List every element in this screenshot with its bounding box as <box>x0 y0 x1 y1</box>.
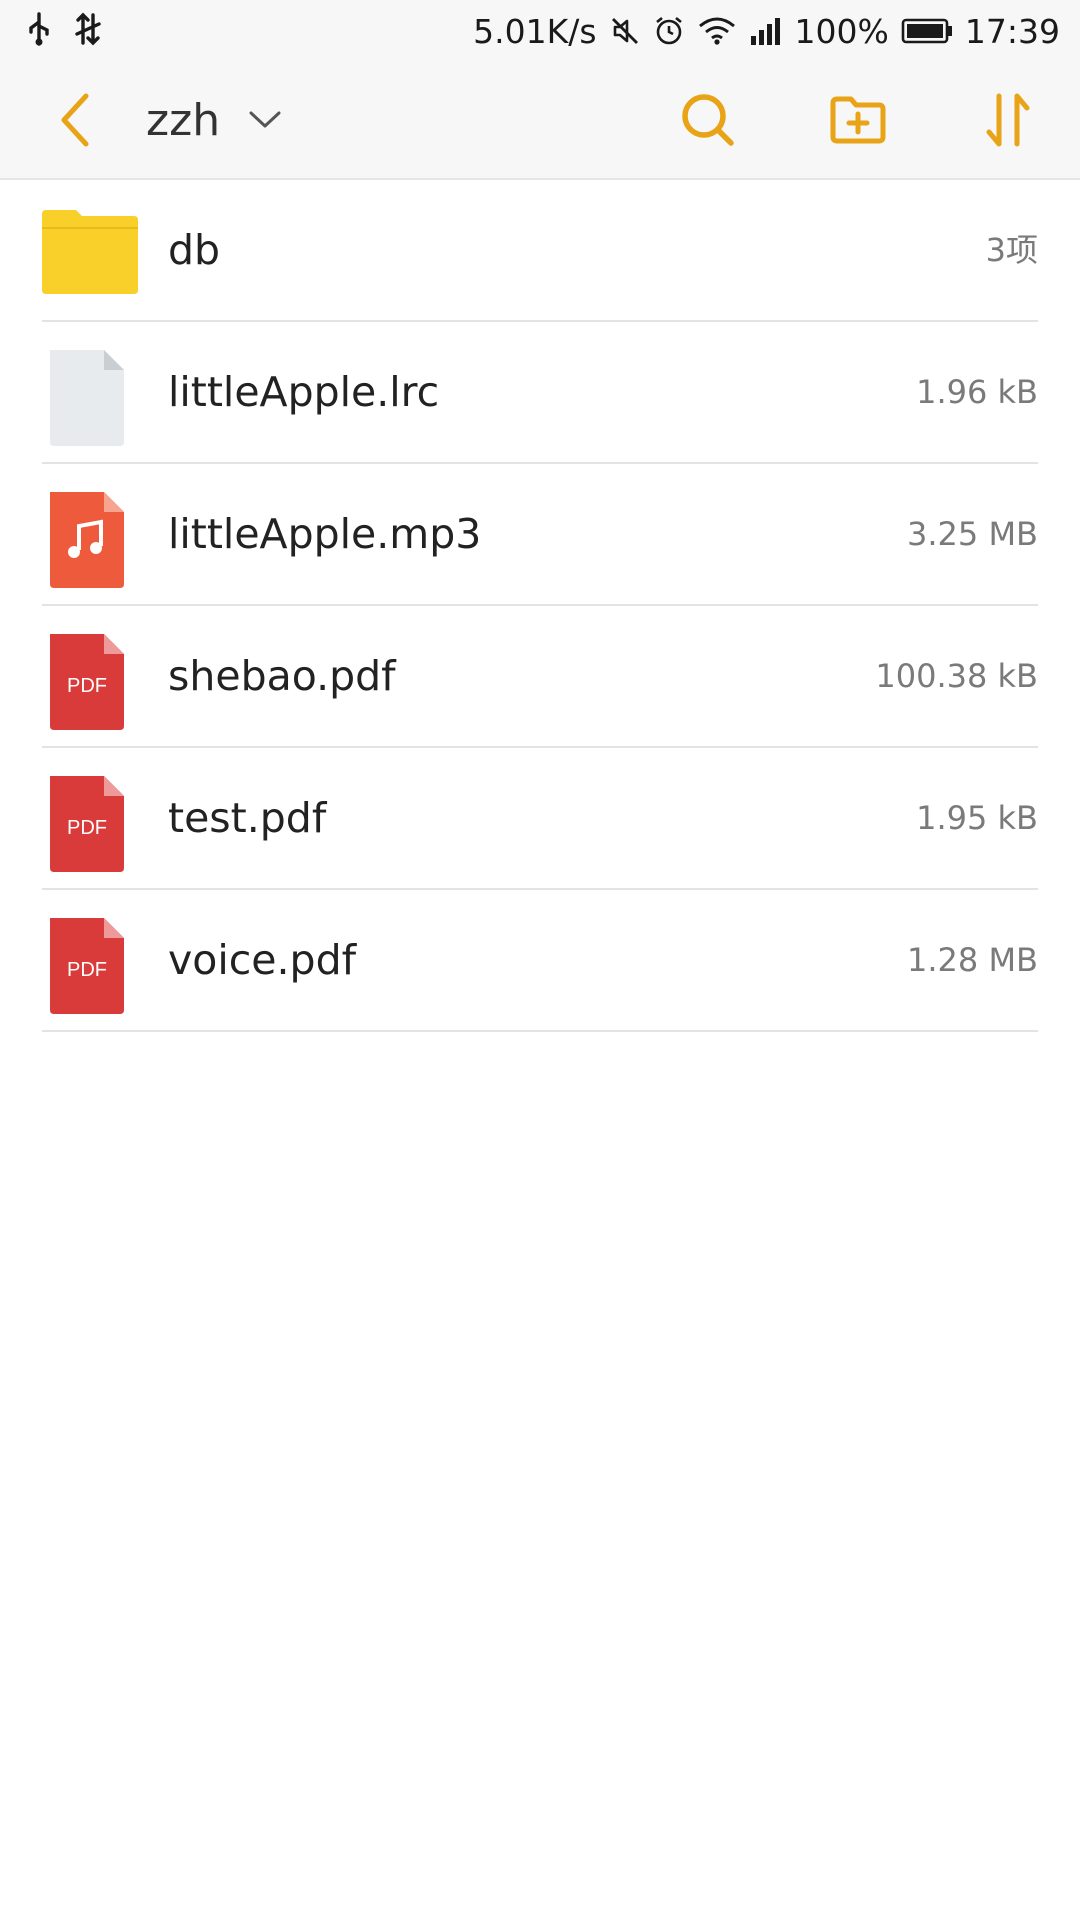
file-meta: 1.95 kB <box>916 799 1038 837</box>
file-list: db 3项 littleApple.lrc 1.96 kB littleAppl… <box>0 180 1080 1032</box>
data-sync-icon <box>74 12 102 46</box>
pdf-badge: PDF <box>67 959 107 981</box>
search-button[interactable] <box>676 88 740 152</box>
status-right: 5.01K/s 100% 17:39 <box>473 8 1060 54</box>
folder-icon <box>42 210 138 294</box>
mute-icon <box>609 15 641 47</box>
wifi-icon <box>697 16 737 46</box>
path-selector[interactable]: zzh <box>146 90 282 150</box>
file-meta: 3项 <box>985 231 1038 269</box>
toolbar: zzh <box>0 62 1080 180</box>
battery-percent: 100% <box>794 11 889 51</box>
file-meta: 1.96 kB <box>916 373 1038 411</box>
list-item[interactable]: PDF shebao.pdf 100.38 kB <box>42 606 1038 748</box>
back-icon <box>61 93 89 147</box>
signal-icon <box>749 16 783 46</box>
file-name: test.pdf <box>168 794 327 842</box>
file-name: littleApple.mp3 <box>168 510 482 558</box>
alarm-icon <box>653 15 685 47</box>
pdf-file-icon: PDF <box>50 918 124 1014</box>
list-item[interactable]: littleApple.mp3 3.25 MB <box>42 464 1038 606</box>
usb-icon <box>26 12 52 46</box>
file-name: littleApple.lrc <box>168 368 440 416</box>
dropdown-icon <box>249 111 281 128</box>
file-meta: 3.25 MB <box>907 515 1038 553</box>
new-folder-icon <box>830 96 886 144</box>
status-left <box>26 12 102 46</box>
list-item[interactable]: PDF voice.pdf 1.28 MB <box>42 890 1038 1032</box>
list-item[interactable]: PDF test.pdf 1.95 kB <box>42 748 1038 890</box>
search-icon <box>682 94 734 146</box>
folder-title: zzh <box>146 94 221 146</box>
file-name: db <box>168 226 221 274</box>
file-name: voice.pdf <box>168 936 357 984</box>
pdf-file-icon: PDF <box>50 776 124 872</box>
list-item[interactable]: littleApple.lrc 1.96 kB <box>42 322 1038 464</box>
file-meta: 100.38 kB <box>875 657 1038 695</box>
pdf-badge: PDF <box>67 817 107 839</box>
sort-icon <box>986 93 1030 147</box>
pdf-file-icon: PDF <box>50 634 124 730</box>
new-folder-button[interactable] <box>826 88 890 152</box>
text-file-icon <box>50 350 124 446</box>
back-button[interactable] <box>44 90 104 150</box>
list-item[interactable]: db 3项 <box>42 180 1038 322</box>
sort-button[interactable] <box>976 88 1040 152</box>
file-meta: 1.28 MB <box>907 941 1038 979</box>
pdf-badge: PDF <box>67 675 107 697</box>
music-file-icon <box>50 492 124 588</box>
status-bar: 5.01K/s 100% 17:39 <box>0 0 1080 62</box>
battery-icon <box>901 17 953 45</box>
clock: 17:39 <box>964 11 1060 51</box>
network-speed: 5.01K/s <box>473 11 597 51</box>
file-name: shebao.pdf <box>168 652 396 700</box>
